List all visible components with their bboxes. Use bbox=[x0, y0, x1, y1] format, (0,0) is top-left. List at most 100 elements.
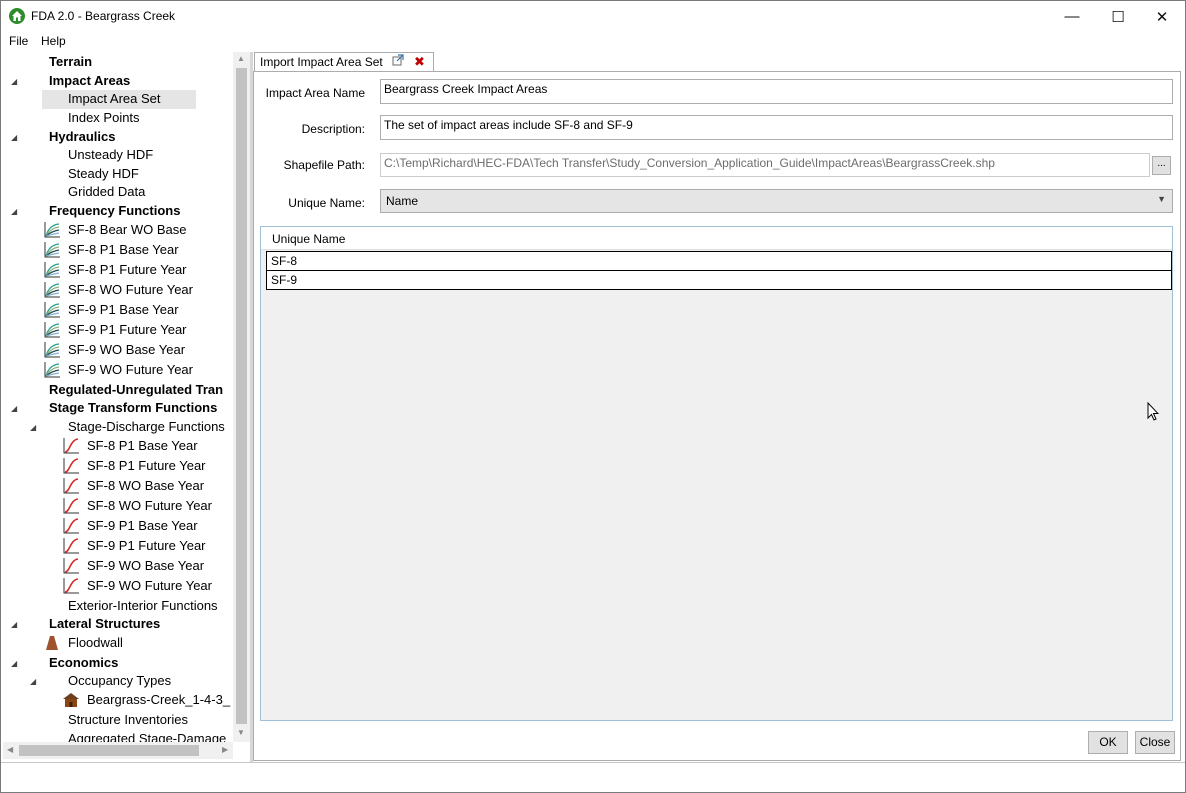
minimize-button[interactable]: — bbox=[1049, 1, 1095, 32]
expander-icon[interactable]: ◢ bbox=[11, 77, 19, 86]
app-window: FDA 2.0 - Beargrass Creek — ☐ ✕ File Hel… bbox=[0, 0, 1186, 793]
frequency-curve-icon bbox=[43, 341, 61, 359]
frequency-curve-icon bbox=[43, 261, 61, 279]
study-tree: Terrain ◢ Impact Areas Impact Area Set Index… bbox=[3, 52, 250, 759]
menu-file[interactable]: File bbox=[9, 34, 28, 48]
tree-item-frequency-function[interactable]: SF-9 P1 Base Year bbox=[68, 301, 179, 321]
tree-item-stage-discharge[interactable]: SF-8 WO Base Year bbox=[87, 477, 204, 497]
unique-name-dropdown[interactable]: Name ▼ bbox=[380, 189, 1173, 213]
tree-item-stage-discharge-functions[interactable]: Stage-Discharge Functions bbox=[68, 418, 225, 438]
scroll-down-icon[interactable]: ▼ bbox=[237, 728, 245, 737]
stage-discharge-curve-icon bbox=[62, 537, 80, 555]
tree-item-occupancy-type[interactable]: Beargrass-Creek_1-4-3_ bbox=[87, 691, 230, 711]
grid-header-unique-name: Unique Name bbox=[272, 232, 346, 246]
menu-help[interactable]: Help bbox=[41, 34, 66, 48]
tree-item-frequency-function[interactable]: SF-9 WO Base Year bbox=[68, 341, 185, 361]
tree-item-regulated-unregulated[interactable]: Regulated-Unregulated Tran bbox=[49, 381, 223, 401]
frequency-curve-icon bbox=[43, 281, 61, 299]
tree-item-stage-discharge[interactable]: SF-9 WO Future Year bbox=[87, 577, 212, 597]
tree-item-frequency-function[interactable]: SF-8 P1 Future Year bbox=[68, 261, 187, 281]
shapefile-path-label: Shapefile Path: bbox=[283, 158, 365, 172]
floodwall-icon bbox=[43, 634, 61, 652]
tree-item-frequency-functions[interactable]: Frequency Functions bbox=[49, 202, 180, 222]
stage-discharge-curve-icon bbox=[62, 477, 80, 495]
home-icon bbox=[9, 8, 25, 24]
tree-item-stage-discharge[interactable]: SF-8 P1 Base Year bbox=[87, 437, 198, 457]
tree-item-stage-discharge[interactable]: SF-9 P1 Future Year bbox=[87, 537, 206, 557]
frequency-curve-icon bbox=[43, 221, 61, 239]
close-tab-icon[interactable]: ✖ bbox=[414, 54, 425, 70]
expander-icon[interactable]: ◢ bbox=[11, 659, 19, 668]
tree-item-lateral-structures[interactable]: Lateral Structures bbox=[49, 615, 160, 635]
maximize-button[interactable]: ☐ bbox=[1095, 1, 1141, 32]
tree-item-hydraulics[interactable]: Hydraulics bbox=[49, 128, 115, 148]
impact-area-name-label: Impact Area Name bbox=[265, 86, 365, 100]
expander-icon[interactable]: ◢ bbox=[11, 404, 19, 413]
tree-item-index-points[interactable]: Index Points bbox=[68, 109, 140, 129]
close-window-button[interactable]: ✕ bbox=[1139, 1, 1185, 32]
unique-name-grid: Unique Name SF-8 SF-9 bbox=[260, 226, 1173, 721]
tree-item-frequency-function[interactable]: SF-8 WO Future Year bbox=[68, 281, 193, 301]
frequency-curve-icon bbox=[43, 301, 61, 319]
shapefile-path-input[interactable]: C:\Temp\Richard\HEC-FDA\Tech Transfer\St… bbox=[380, 153, 1150, 177]
frequency-curve-icon bbox=[43, 321, 61, 339]
expander-icon[interactable]: ◢ bbox=[30, 677, 38, 686]
stage-discharge-curve-icon bbox=[62, 517, 80, 535]
expander-icon[interactable]: ◢ bbox=[11, 133, 19, 142]
tree-vertical-scrollbar[interactable]: ▲ ▼ bbox=[233, 52, 250, 742]
close-button[interactable]: Close bbox=[1135, 731, 1175, 754]
tree-item-occupancy-types[interactable]: Occupancy Types bbox=[68, 672, 171, 692]
tree-item-unsteady-hdf[interactable]: Unsteady HDF bbox=[68, 146, 153, 166]
stage-discharge-curve-icon bbox=[62, 457, 80, 475]
scroll-left-icon[interactable]: ◀ bbox=[7, 745, 13, 754]
tree-horizontal-scroll-thumb[interactable] bbox=[19, 745, 199, 756]
expander-icon[interactable]: ◢ bbox=[11, 620, 19, 629]
house-icon bbox=[62, 691, 80, 709]
scroll-right-icon[interactable]: ▶ bbox=[222, 745, 228, 754]
stage-discharge-curve-icon bbox=[62, 557, 80, 575]
tree-item-frequency-function[interactable]: SF-8 Bear WO Base bbox=[68, 221, 186, 241]
tree-item-frequency-function[interactable]: SF-8 P1 Base Year bbox=[68, 241, 179, 261]
tree-item-floodwall[interactable]: Floodwall bbox=[68, 634, 123, 654]
scroll-up-icon[interactable]: ▲ bbox=[237, 54, 245, 63]
status-divider bbox=[1, 762, 1185, 763]
tab-label: Import Impact Area Set bbox=[260, 55, 383, 69]
popout-icon[interactable] bbox=[392, 54, 404, 69]
tree-item-frequency-function[interactable]: SF-9 P1 Future Year bbox=[68, 321, 187, 341]
tree-item-steady-hdf[interactable]: Steady HDF bbox=[68, 165, 139, 185]
tree-item-stage-discharge[interactable]: SF-9 P1 Base Year bbox=[87, 517, 198, 537]
stage-discharge-curve-icon bbox=[62, 437, 80, 455]
tree-item-structure-inventories[interactable]: Structure Inventories bbox=[68, 711, 188, 731]
chevron-down-icon: ▼ bbox=[1157, 194, 1166, 204]
tree-item-exterior-interior-functions[interactable]: Exterior-Interior Functions bbox=[68, 597, 218, 617]
menu-bar: File Help bbox=[1, 32, 1185, 51]
tree-item-stage-discharge[interactable]: SF-8 P1 Future Year bbox=[87, 457, 206, 477]
frequency-curve-icon bbox=[43, 361, 61, 379]
tree-vertical-scroll-thumb[interactable] bbox=[236, 68, 247, 724]
tree-horizontal-scrollbar[interactable]: ◀ ▶ bbox=[3, 742, 233, 759]
unique-name-label: Unique Name: bbox=[288, 196, 365, 210]
expander-icon[interactable]: ◢ bbox=[11, 207, 19, 216]
tree-item-terrain[interactable]: Terrain bbox=[49, 53, 92, 73]
tree-item-frequency-function[interactable]: SF-9 WO Future Year bbox=[68, 361, 193, 381]
description-input[interactable]: The set of impact areas include SF-8 and… bbox=[380, 115, 1173, 140]
browse-button[interactable]: ... bbox=[1152, 156, 1171, 175]
table-row[interactable]: SF-9 bbox=[266, 270, 1172, 290]
frequency-curve-icon bbox=[43, 241, 61, 259]
expander-icon[interactable]: ◢ bbox=[30, 423, 38, 432]
tree-item-gridded-data[interactable]: Gridded Data bbox=[68, 183, 145, 203]
mouse-cursor-icon bbox=[1147, 401, 1160, 424]
tab-import-impact-area-set[interactable]: Import Impact Area Set ✖ bbox=[254, 52, 434, 72]
tree-item-stage-discharge[interactable]: SF-8 WO Future Year bbox=[87, 497, 212, 517]
tree-item-impact-areas[interactable]: Impact Areas bbox=[49, 72, 130, 92]
tree-item-economics[interactable]: Economics bbox=[49, 654, 118, 674]
unique-name-selected: Name bbox=[386, 194, 419, 208]
grid-header[interactable]: Unique Name bbox=[261, 227, 1172, 250]
tree-item-impact-area-set[interactable]: Impact Area Set bbox=[68, 90, 161, 110]
stage-discharge-curve-icon bbox=[62, 577, 80, 595]
table-row[interactable]: SF-8 bbox=[266, 251, 1172, 271]
ok-button[interactable]: OK bbox=[1088, 731, 1128, 754]
tree-item-stage-transform-functions[interactable]: Stage Transform Functions bbox=[49, 399, 217, 419]
tree-item-stage-discharge[interactable]: SF-9 WO Base Year bbox=[87, 557, 204, 577]
impact-area-name-input[interactable]: Beargrass Creek Impact Areas bbox=[380, 79, 1173, 104]
